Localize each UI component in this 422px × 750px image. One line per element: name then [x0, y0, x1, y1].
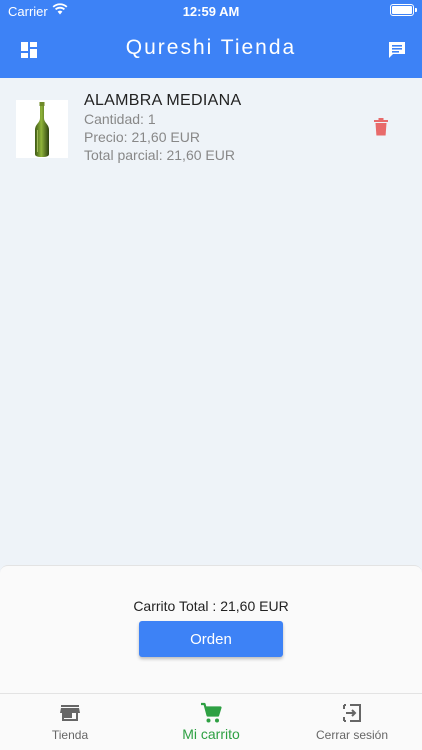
product-subtotal: Total parcial: 21,60 EUR: [84, 147, 235, 163]
tab-label: Tienda: [51, 728, 89, 742]
tab-label: Cerrar sesión: [315, 728, 389, 742]
message-icon[interactable]: [387, 40, 407, 60]
product-quantity: Cantidad: 1: [84, 111, 156, 127]
status-bar: Carrier 12:59 AM: [0, 0, 422, 22]
tab-bar: Tienda Mi carrito Cerrar sesión: [0, 693, 422, 750]
page-title: Qureshi Tienda: [125, 36, 297, 59]
cart-total: Carrito Total : 21,60 EUR: [133, 598, 289, 614]
cart-summary: Carrito Total : 21,60 EUR Orden: [0, 565, 422, 693]
product-price: Precio: 21,60 EUR: [84, 129, 200, 145]
order-button[interactable]: Orden: [139, 621, 283, 657]
green-bottle-image: [35, 102, 49, 157]
battery-icon: [390, 4, 417, 16]
tab-mi-carrito[interactable]: Mi carrito: [141, 694, 281, 750]
logout-icon: [343, 704, 361, 722]
cart-item: ALAMBRA MEDIANA Cantidad: 1 Precio: 21,6…: [16, 90, 406, 163]
tab-cerrar-sesion[interactable]: Cerrar sesión: [282, 694, 422, 750]
product-image: [16, 100, 68, 158]
store-icon: [60, 705, 80, 721]
app-bar: Qureshi Tienda: [0, 22, 422, 78]
product-name: ALAMBRA MEDIANA: [84, 92, 242, 109]
tab-label: Mi carrito: [182, 726, 240, 742]
clock: 12:59 AM: [182, 4, 240, 19]
cart-icon: [201, 702, 222, 723]
tab-tienda[interactable]: Tienda: [0, 694, 140, 750]
trash-icon[interactable]: [371, 117, 391, 137]
